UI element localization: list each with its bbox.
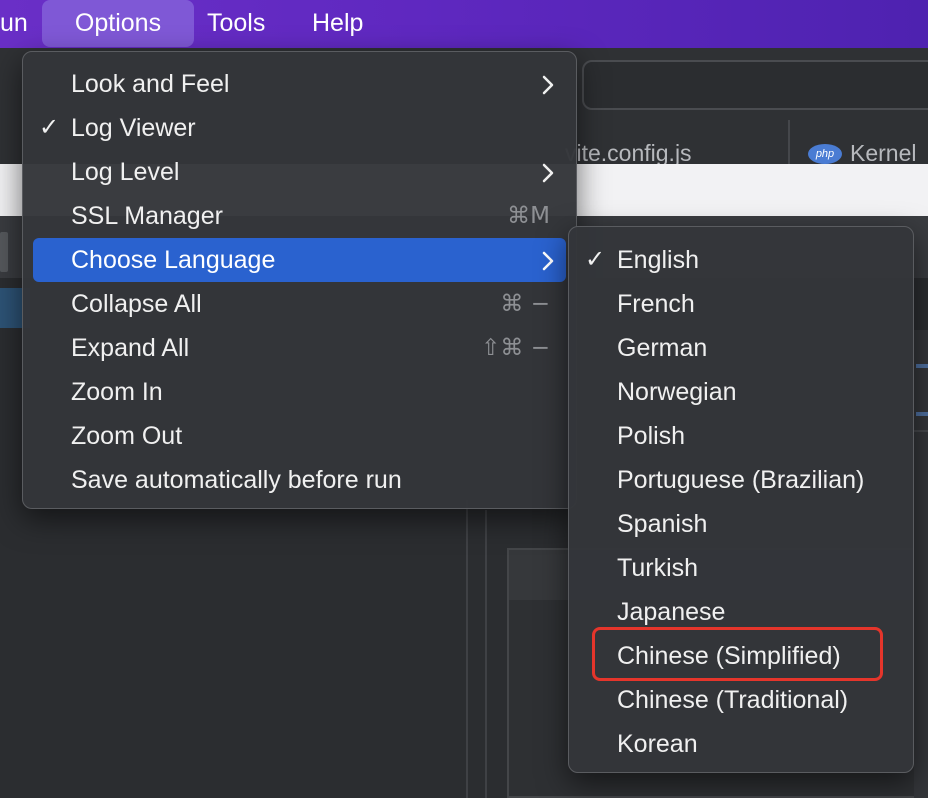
panel-divider[interactable] — [466, 500, 468, 798]
tab-kernel-label: Kernel — [850, 140, 917, 166]
language-item-turkish[interactable]: Turkish — [579, 546, 905, 590]
menu-item-label: Expand All — [71, 334, 190, 362]
menu-item-label: Turkish — [617, 554, 699, 582]
menu-run[interactable]: un — [0, 0, 28, 48]
tab-divider — [788, 120, 790, 164]
menu-item-label: Choose Language — [71, 246, 276, 274]
menu-item-label: Zoom Out — [71, 422, 183, 450]
menu-item-label: Polish — [617, 422, 686, 450]
options-menu: Look and Feel ✓ Log Viewer Log Level SSL… — [22, 51, 577, 509]
menu-item-ssl-manager[interactable]: SSL Manager ⌘M — [33, 194, 566, 238]
menu-item-label: Log Viewer — [71, 114, 196, 142]
tab-vite-config[interactable]: vite.config.js — [565, 140, 692, 167]
menu-item-label: Chinese (Traditional) — [617, 686, 849, 714]
menu-item-label: Look and Feel — [71, 70, 230, 98]
scrollbar-track[interactable] — [914, 330, 928, 798]
scroll-marker — [916, 412, 928, 416]
menu-item-collapse-all[interactable]: Collapse All ⌘ − — [33, 282, 566, 326]
menu-tools[interactable]: Tools — [207, 0, 265, 48]
menu-item-label: English — [617, 246, 699, 274]
checkmark-icon: ✓ — [39, 114, 60, 141]
language-item-chinese-traditional[interactable]: Chinese (Traditional) — [579, 678, 905, 722]
menu-item-log-viewer[interactable]: ✓ Log Viewer — [33, 106, 566, 150]
menu-item-label: Zoom In — [71, 378, 163, 406]
language-item-polish[interactable]: Polish — [579, 414, 905, 458]
language-item-korean[interactable]: Korean — [579, 722, 905, 766]
menu-item-label: Portuguese (Brazilian) — [617, 466, 865, 494]
checkmark-icon: ✓ — [585, 246, 606, 273]
language-item-spanish[interactable]: Spanish — [579, 502, 905, 546]
menu-item-label: SSL Manager — [71, 202, 223, 230]
menu-item-label: German — [617, 334, 708, 362]
menu-item-label: Norwegian — [617, 378, 737, 406]
chevron-right-icon — [542, 150, 554, 183]
tab-kernel[interactable]: php Kernel — [808, 140, 916, 167]
menu-item-zoom-in[interactable]: Zoom In — [33, 370, 566, 414]
shortcut-label: ⌘M — [507, 203, 550, 229]
language-item-portuguese-brazilian[interactable]: Portuguese (Brazilian) — [579, 458, 905, 502]
menu-item-label: Save automatically before run — [71, 466, 402, 494]
menu-help[interactable]: Help — [312, 0, 363, 48]
shortcut-label: ⌘ − — [500, 291, 550, 317]
menu-options[interactable]: Options — [42, 0, 194, 47]
menu-item-label: Log Level — [71, 158, 180, 186]
language-item-german[interactable]: German — [579, 326, 905, 370]
highlight-annotation — [592, 627, 883, 681]
menu-item-look-and-feel[interactable]: Look and Feel — [33, 62, 566, 106]
menu-item-log-level[interactable]: Log Level — [33, 150, 566, 194]
language-item-norwegian[interactable]: Norwegian — [579, 370, 905, 414]
language-submenu: ✓ English French German Norwegian Polish… — [568, 226, 914, 773]
menu-item-zoom-out[interactable]: Zoom Out — [33, 414, 566, 458]
chevron-right-icon — [542, 62, 554, 95]
menu-bar: un Options Tools Help — [0, 0, 928, 48]
menu-item-label: French — [617, 290, 695, 318]
scroll-marker — [916, 364, 928, 368]
menu-item-label: Spanish — [617, 510, 708, 538]
language-item-english[interactable]: ✓ English — [579, 238, 905, 282]
shortcut-label: ⇧⌘ − — [481, 335, 550, 361]
search-input[interactable] — [582, 60, 928, 110]
menu-item-label: Collapse All — [71, 290, 202, 318]
menu-item-label: Korean — [617, 730, 698, 758]
menu-item-expand-all[interactable]: Expand All ⇧⌘ − — [33, 326, 566, 370]
php-file-icon: php — [808, 143, 842, 164]
edge-divider — [914, 430, 928, 432]
menu-item-choose-language[interactable]: Choose Language — [33, 238, 566, 282]
language-item-french[interactable]: French — [579, 282, 905, 326]
toolbar-button[interactable] — [0, 232, 8, 272]
menu-item-save-before-run[interactable]: Save automatically before run — [33, 458, 566, 502]
chevron-right-icon — [542, 238, 554, 271]
